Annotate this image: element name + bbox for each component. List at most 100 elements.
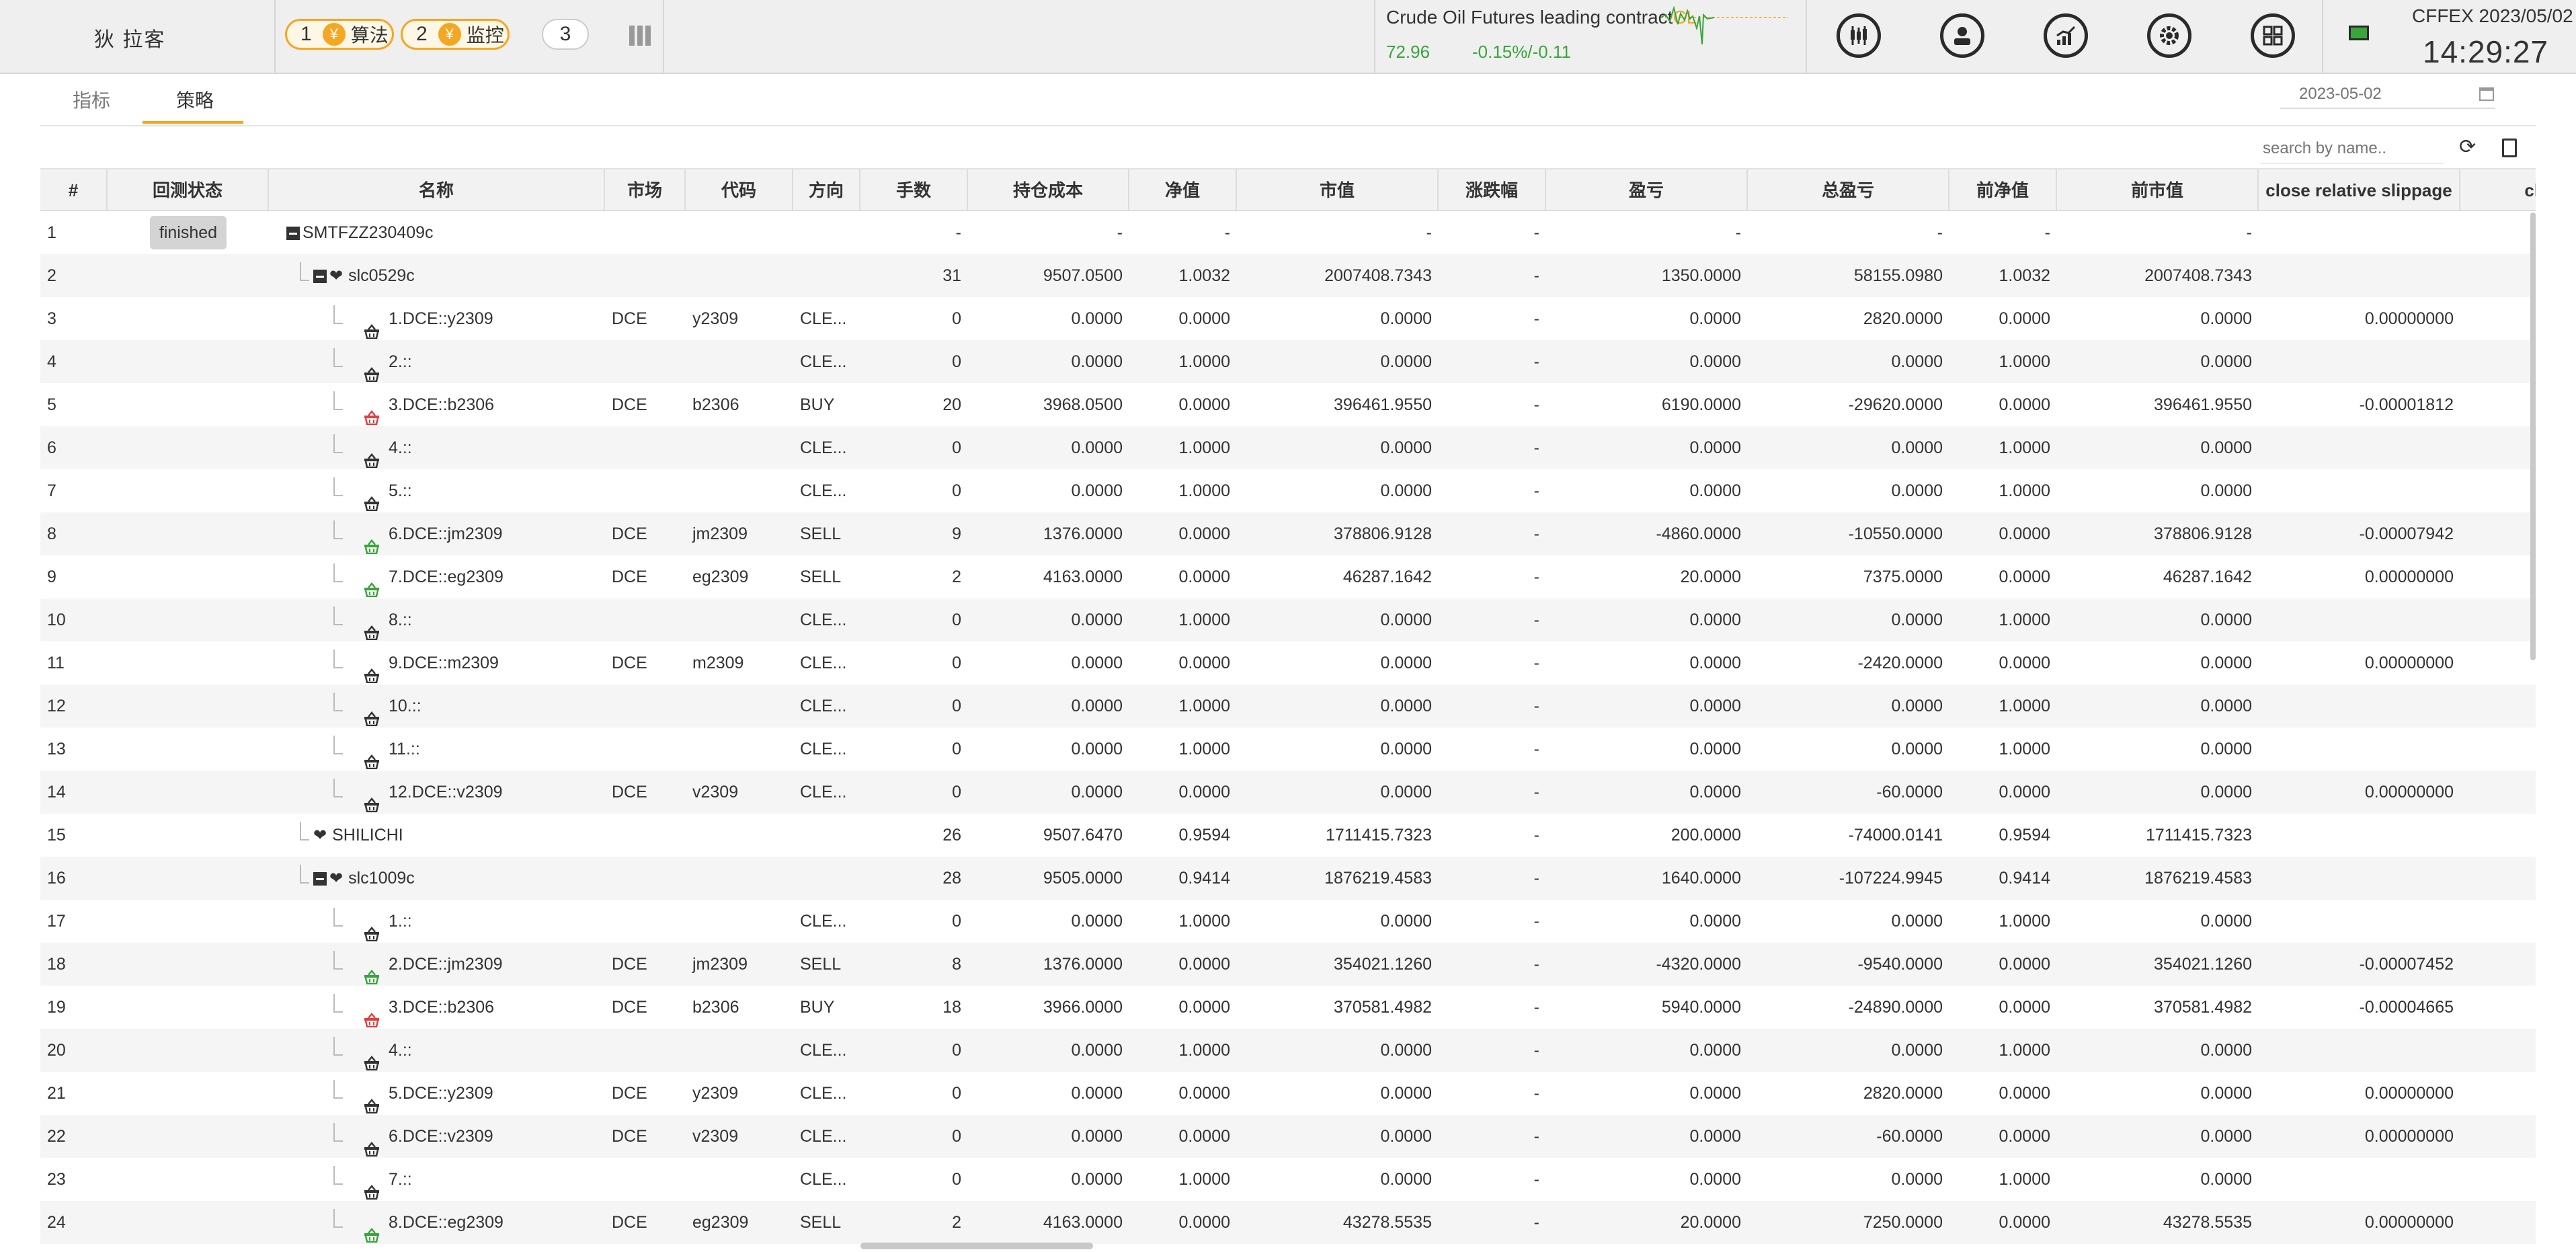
strategy-name[interactable]: 8.:: <box>389 611 412 629</box>
header-prev-nav-col[interactable]: 前净值 <box>1949 169 2057 211</box>
table-row[interactable]: 4 2.:: CLE... 0 0.0000 1.0000 0.0000 - 0.0000 0.0… <box>40 340 2536 383</box>
strategy-name[interactable]: 10.:: <box>389 697 421 715</box>
code-cell <box>686 254 793 297</box>
ticker-name[interactable]: Crude Oil Futures leading contractCL <box>1386 7 1697 28</box>
table-row[interactable]: 21 5.DCE::y2309 DCE y2309 CLE... 0 0.0000 0.000… <box>40 1072 2536 1115</box>
header-code-col[interactable]: 代码 <box>686 169 793 211</box>
header-change-col[interactable]: 涨跌幅 <box>1439 169 1546 211</box>
horizontal-scrollbar[interactable] <box>860 1243 1093 1249</box>
table-row[interactable]: 16 ❤ slc1009c 28 9505.0000 0.9414 1876219.4583… <box>40 857 2536 900</box>
strategy-name[interactable]: 2.:: <box>389 352 412 371</box>
name-wrap: 6.DCE::v2309 <box>363 1115 493 1158</box>
collapse-icon[interactable] <box>286 227 300 241</box>
index-cell: 24 <box>47 1213 66 1232</box>
table-row[interactable]: 3 1.DCE::y2309 DCE y2309 CLE... 0 0.0000 0.0000… <box>40 297 2536 340</box>
table-row[interactable]: 8 6.DCE::jm2309 DCE jm2309 SELL 9 1376.0000 0.0… <box>40 512 2536 555</box>
columns-icon[interactable] <box>629 26 651 46</box>
code-cell: eg2309 <box>692 568 749 586</box>
header-volume-col[interactable]: close volu <box>2460 169 2536 211</box>
strategy-name[interactable]: 5.:: <box>389 481 412 500</box>
header-slippage-col[interactable]: close relative slippage <box>2259 169 2460 211</box>
table-row[interactable]: 15 ❤ SHILICHI 26 9507.6470 0.9594 1711415.7323… <box>40 814 2536 857</box>
collapse-icon[interactable] <box>313 270 327 284</box>
strategy-name[interactable]: 2.DCE::jm2309 <box>389 955 503 974</box>
strategy-name[interactable]: 4.:: <box>389 438 412 457</box>
slippage-cell: -0.00007942 <box>2359 524 2454 543</box>
table-row[interactable]: 6 4.:: CLE... 0 0.0000 1.0000 0.0000 - 0.0000 0.0… <box>40 426 2536 469</box>
header-name-col[interactable]: 名称 <box>269 169 605 211</box>
strategy-name[interactable]: 1.:: <box>389 912 412 931</box>
strategy-name[interactable]: 5.DCE::y2309 <box>389 1084 493 1103</box>
tab-indicators[interactable]: 指标 <box>73 86 110 113</box>
header-cost-col[interactable]: 持仓成本 <box>968 169 1129 211</box>
header-market-col[interactable]: 市场 <box>605 169 686 211</box>
name-wrap: SMTFZZ230409c <box>286 211 434 254</box>
header-pnl-col[interactable]: 盈亏 <box>1546 169 1748 211</box>
calendar-icon[interactable] <box>2479 87 2494 101</box>
strategy-name[interactable]: 9.DCE::m2309 <box>389 654 499 672</box>
strategy-name[interactable]: 11.:: <box>389 740 420 758</box>
table-row[interactable]: 23 7.:: CLE... 0 0.0000 1.0000 0.0000 - 0.0000 0.… <box>40 1158 2536 1201</box>
table-row[interactable]: 18 2.DCE::jm2309 DCE jm2309 SELL 8 1376.0000 0.… <box>40 943 2536 986</box>
header-index-col[interactable]: # <box>40 169 108 211</box>
algo-pill[interactable]: 1 ¥ 算法 <box>285 19 394 50</box>
candlestick-icon[interactable] <box>1837 13 1881 58</box>
search-input[interactable] <box>2260 134 2444 164</box>
strategy-name[interactable]: slc0529c <box>348 266 415 285</box>
vertical-scrollbar[interactable] <box>2530 212 2536 660</box>
strategy-name[interactable]: 7.:: <box>389 1170 412 1189</box>
dashboard-icon[interactable] <box>2251 13 2295 58</box>
strategy-name[interactable]: 4.:: <box>389 1041 412 1060</box>
header-status-col[interactable]: 回测状态 <box>108 169 269 211</box>
tree-connector <box>333 736 343 754</box>
chart-up-icon[interactable] <box>2044 13 2088 58</box>
table-row[interactable]: 13 11.:: CLE... 0 0.0000 1.0000 0.0000 - 0.0000 0… <box>40 728 2536 771</box>
status-badge[interactable]: finished <box>149 216 227 249</box>
connection-monitor-icon[interactable] <box>2349 26 2369 40</box>
strategy-name[interactable]: 3.DCE::b2306 <box>389 395 494 414</box>
tab-strategies[interactable]: 策略 <box>176 86 214 113</box>
export-icon[interactable] <box>2502 139 2517 157</box>
strategy-name[interactable]: 1.DCE::y2309 <box>389 309 493 328</box>
collapse-icon[interactable] <box>313 872 327 886</box>
header-direction-col[interactable]: 方向 <box>793 169 860 211</box>
name-cell: 8.DCE::eg2309 <box>269 1201 605 1244</box>
header-qty-col[interactable]: 手数 <box>860 169 968 211</box>
settings-icon[interactable] <box>2147 13 2191 58</box>
refresh-icon[interactable]: ⟳ <box>2459 137 2479 157</box>
table-row[interactable]: 20 4.:: CLE... 0 0.0000 1.0000 0.0000 - 0.0000 0.… <box>40 1029 2536 1072</box>
table-row[interactable]: 17 1.:: CLE... 0 0.0000 1.0000 0.0000 - 0.0000 0.… <box>40 900 2536 943</box>
username[interactable]: 狄 拉客 <box>94 23 165 52</box>
trader-icon[interactable] <box>1940 13 1984 58</box>
table-row[interactable]: 10 8.:: CLE... 0 0.0000 1.0000 0.0000 - 0.0000 0.… <box>40 598 2536 641</box>
tree-connector <box>333 994 343 1013</box>
strategy-name[interactable]: 6.DCE::v2309 <box>389 1127 493 1146</box>
table-row[interactable]: 9 7.DCE::eg2309 DCE eg2309 SELL 2 4163.0000 0.0… <box>40 555 2536 598</box>
strategy-name[interactable]: slc1009c <box>348 869 415 888</box>
header-total-pnl-col[interactable]: 总盈亏 <box>1748 169 1949 211</box>
table-row[interactable]: 1 finished SMTFZZ230409c - - - - - - - - - <box>40 211 2536 254</box>
strategy-name[interactable]: 12.DCE::v2309 <box>389 783 503 801</box>
table-row[interactable]: 2 ❤ slc0529c 31 9507.0500 1.0032 2007408.7343 -… <box>40 254 2536 297</box>
table-row[interactable]: 22 6.DCE::v2309 DCE v2309 CLE... 0 0.0000 0.000… <box>40 1115 2536 1158</box>
date-picker-input[interactable] <box>2280 81 2495 109</box>
table-row[interactable]: 19 3.DCE::b2306 DCE b2306 BUY 18 3966.0000 0.00… <box>40 986 2536 1029</box>
strategy-name[interactable]: SMTFZZ230409c <box>303 223 434 242</box>
header-market-value-col[interactable]: 市值 <box>1237 169 1439 211</box>
table-row[interactable]: 24 8.DCE::eg2309 DCE eg2309 SELL 2 4163.0000 0.… <box>40 1201 2536 1244</box>
header-nav-col[interactable]: 净值 <box>1129 169 1237 211</box>
header-prev-market-value-col[interactable]: 前市值 <box>2057 169 2259 211</box>
strategy-name[interactable]: 7.DCE::eg2309 <box>389 568 504 586</box>
table-row[interactable]: 11 9.DCE::m2309 DCE m2309 CLE... 0 0.0000 0.000… <box>40 641 2536 684</box>
strategy-name[interactable]: 6.DCE::jm2309 <box>389 524 503 543</box>
count-pill[interactable]: 3 <box>542 19 589 50</box>
monitor-pill[interactable]: 2 ¥ 监控 <box>401 19 510 50</box>
strategy-name[interactable]: 3.DCE::b2306 <box>389 998 494 1017</box>
table-row[interactable]: 12 10.:: CLE... 0 0.0000 1.0000 0.0000 - 0.0000 0… <box>40 684 2536 728</box>
nav-cell: 0.9414 <box>1178 869 1230 888</box>
table-row[interactable]: 14 12.DCE::v2309 DCE v2309 CLE... 0 0.0000 0.00… <box>40 771 2536 814</box>
table-row[interactable]: 5 3.DCE::b2306 DCE b2306 BUY 20 3968.0500 0.000… <box>40 383 2536 426</box>
strategy-name[interactable]: SHILICHI <box>332 826 403 845</box>
table-row[interactable]: 7 5.:: CLE... 0 0.0000 1.0000 0.0000 - 0.0000 0.0… <box>40 469 2536 512</box>
strategy-name[interactable]: 8.DCE::eg2309 <box>389 1213 504 1232</box>
